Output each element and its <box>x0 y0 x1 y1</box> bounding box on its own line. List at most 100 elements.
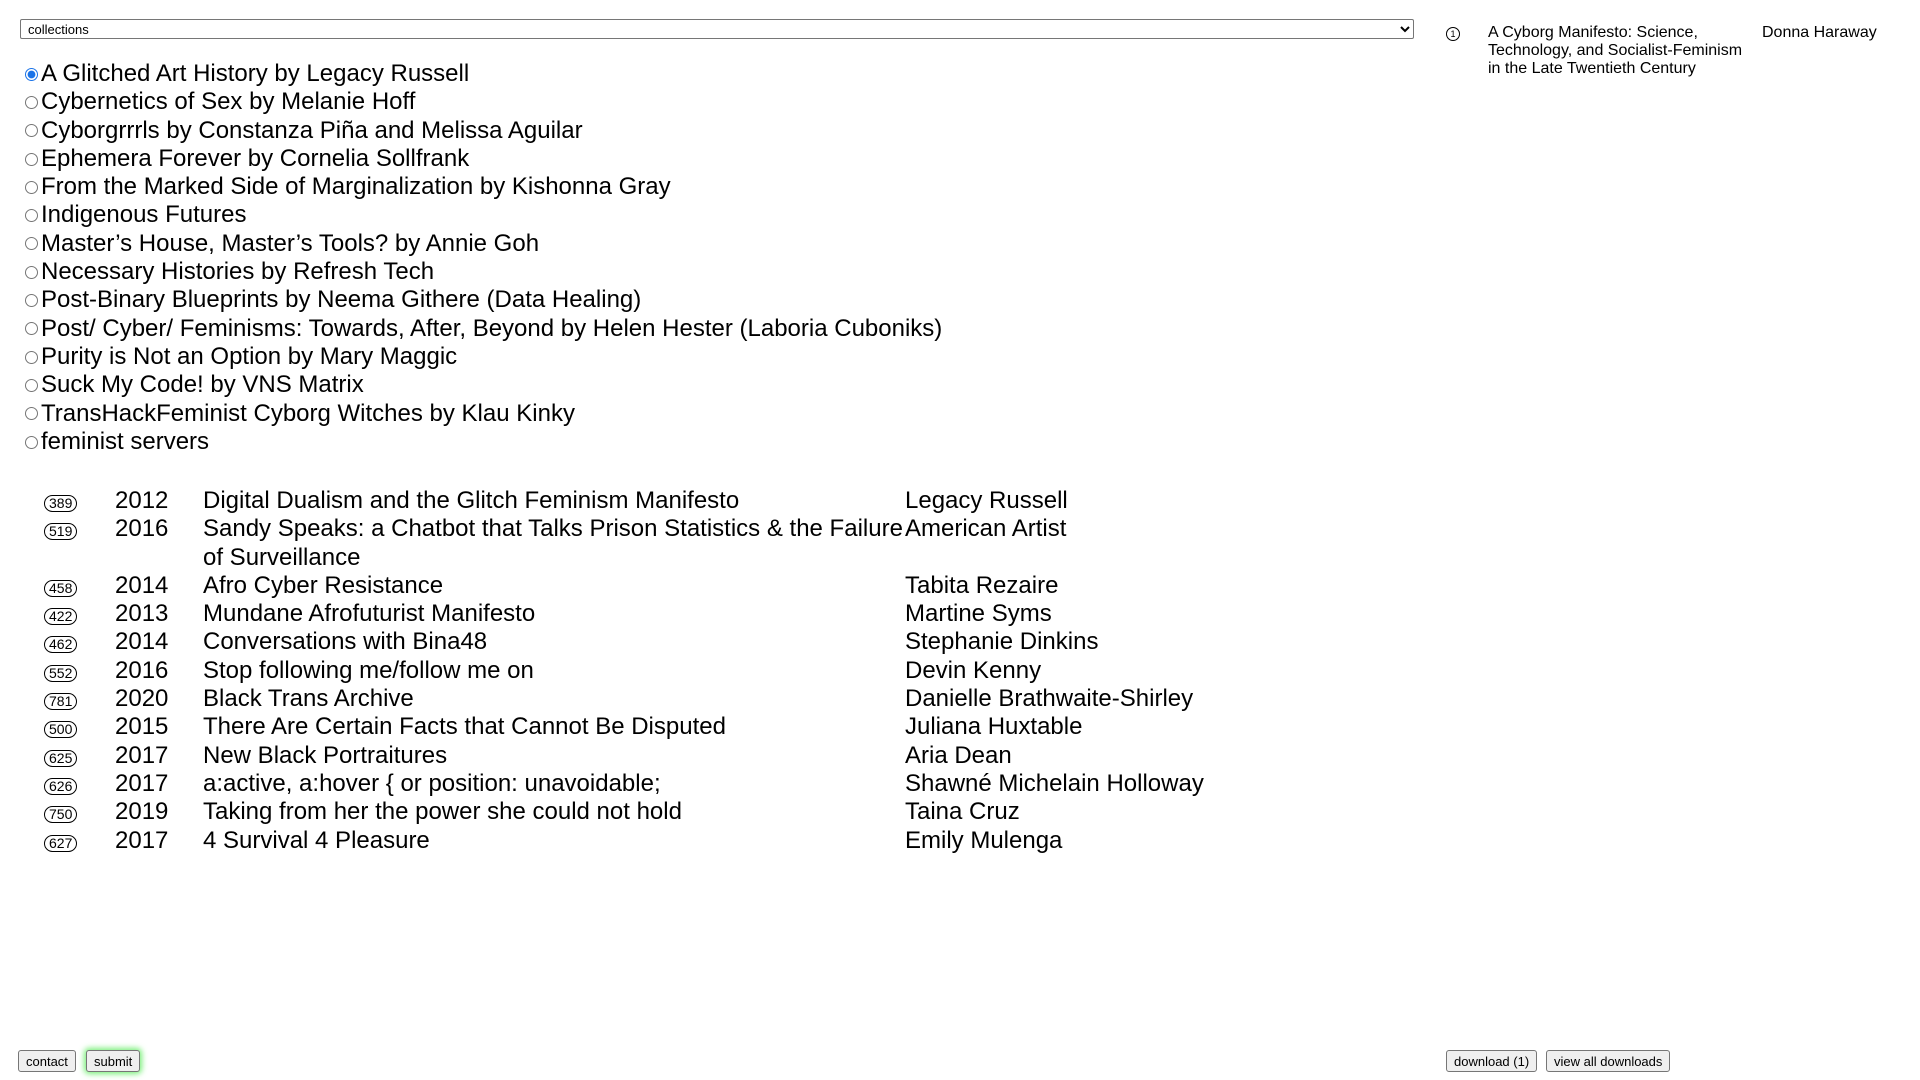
id-badge[interactable]: 750 <box>44 806 78 824</box>
work-title[interactable]: Stop following me/follow me on <box>203 657 905 685</box>
collection-item[interactable]: Purity is Not an Option by Mary Maggic <box>24 343 942 371</box>
table-row[interactable]: 781 2020 Black Trans Archive Danielle Br… <box>44 685 1204 713</box>
table-row[interactable]: 500 2015 There Are Certain Facts that Ca… <box>44 713 1204 741</box>
table-row[interactable]: 458 2014 Afro Cyber Resistance Tabita Re… <box>44 572 1204 600</box>
work-title[interactable]: There Are Certain Facts that Cannot Be D… <box>203 713 905 741</box>
collection-item[interactable]: A Glitched Art History by Legacy Russell <box>24 60 942 88</box>
collection-label[interactable]: Cyborgrrrls by Constanza Piña and Meliss… <box>41 117 583 145</box>
id-badge[interactable]: 627 <box>44 834 78 852</box>
table-row[interactable]: 750 2019 Taking from her the power she c… <box>44 798 1204 826</box>
collection-radio[interactable] <box>25 435 38 449</box>
id-badge[interactable]: 552 <box>44 664 78 682</box>
collection-label[interactable]: Indigenous Futures <box>41 201 246 229</box>
collection-label[interactable]: Necessary Histories by Refresh Tech <box>41 258 434 286</box>
collection-radio[interactable] <box>25 350 38 364</box>
id-badge[interactable]: 781 <box>44 693 78 711</box>
collection-label[interactable]: From the Marked Side of Marginalization … <box>41 173 671 201</box>
collection-label[interactable]: Cybernetics of Sex by Melanie Hoff <box>41 88 415 116</box>
work-title[interactable]: Conversations with Bina48 <box>203 628 905 656</box>
collection-radio[interactable] <box>25 378 38 392</box>
table-row[interactable]: 462 2014 Conversations with Bina48 Steph… <box>44 628 1204 656</box>
work-title[interactable]: Sandy Speaks: a Chatbot that Talks Priso… <box>203 515 905 572</box>
collection-radio[interactable] <box>25 67 38 81</box>
id-badge[interactable]: 519 <box>44 523 78 541</box>
collection-label[interactable]: Post-Binary Blueprints by Neema Githere … <box>41 286 641 314</box>
collection-label[interactable]: Post/ Cyber/ Feminisms: Towards, After, … <box>41 315 942 343</box>
table-row[interactable]: 626 2017 a:active, a:hover { or position… <box>44 770 1204 798</box>
collection-radio[interactable] <box>25 407 38 421</box>
collection-radio[interactable] <box>25 237 38 251</box>
collection-item[interactable]: Suck My Code! by VNS Matrix <box>24 371 942 399</box>
id-badge[interactable]: 458 <box>44 579 78 597</box>
collection-label[interactable]: A Glitched Art History by Legacy Russell <box>41 60 469 88</box>
works-table: 389 2012 Digital Dualism and the Glitch … <box>44 487 1204 855</box>
contact-button[interactable]: contact <box>18 1050 76 1072</box>
submit-button[interactable]: submit <box>86 1050 141 1072</box>
id-badge[interactable]: 625 <box>44 749 78 767</box>
collection-radio[interactable] <box>25 322 38 336</box>
collection-item[interactable]: Cybernetics of Sex by Melanie Hoff <box>24 88 942 116</box>
id-badge[interactable]: 422 <box>44 608 78 626</box>
collection-item[interactable]: feminist servers <box>24 428 942 456</box>
table-row[interactable]: 625 2017 New Black Portraitures Aria Dea… <box>44 742 1204 770</box>
work-artist: Shawné Michelain Holloway <box>905 769 1204 797</box>
work-year: 2012 <box>115 487 169 514</box>
page: collections A Glitched Art History by Le… <box>0 0 1920 1080</box>
work-artist: Devin Kenny <box>905 656 1042 684</box>
table-row[interactable]: 389 2012 Digital Dualism and the Glitch … <box>44 487 1204 515</box>
collection-radio[interactable] <box>25 95 38 109</box>
collection-radio[interactable] <box>25 180 38 194</box>
collection-radio[interactable] <box>25 152 38 166</box>
collection-radio[interactable] <box>25 124 38 138</box>
collection-radio[interactable] <box>25 209 38 223</box>
work-title[interactable]: 4 Survival 4 Pleasure <box>203 827 905 855</box>
id-badge[interactable]: 500 <box>44 721 78 739</box>
work-artist: Danielle Brathwaite-Shirley <box>905 685 1194 713</box>
work-year: 2013 <box>115 600 169 628</box>
work-title[interactable]: Afro Cyber Resistance <box>203 572 905 600</box>
collection-item[interactable]: Ephemera Forever by Cornelia Sollfrank <box>24 145 942 173</box>
work-year: 2017 <box>115 741 169 769</box>
work-artist: Juliana Huxtable <box>905 713 1083 741</box>
work-artist: Martine Syms <box>905 600 1052 628</box>
collections-select[interactable]: collections <box>20 19 1414 39</box>
collection-label[interactable]: Purity is Not an Option by Mary Maggic <box>41 343 457 371</box>
work-title[interactable]: Black Trans Archive <box>203 685 905 713</box>
view-all-downloads-button[interactable]: view all downloads <box>1546 1050 1671 1072</box>
collection-label[interactable]: TransHackFeminist Cyborg Witches by Klau… <box>41 400 575 428</box>
collection-item[interactable]: Cyborgrrrls by Constanza Piña and Meliss… <box>24 117 942 145</box>
work-title[interactable]: Taking from her the power she could not … <box>203 798 905 826</box>
collection-label[interactable]: Suck My Code! by VNS Matrix <box>41 371 364 399</box>
work-year: 2016 <box>115 515 169 543</box>
table-row[interactable]: 552 2016 Stop following me/follow me on … <box>44 657 1204 685</box>
table-row[interactable]: 519 2016 Sandy Speaks: a Chatbot that Ta… <box>44 515 1204 572</box>
collection-label[interactable]: Ephemera Forever by Cornelia Sollfrank <box>41 145 469 173</box>
collection-item[interactable]: TransHackFeminist Cyborg Witches by Klau… <box>24 400 942 428</box>
work-year: 2017 <box>115 826 169 854</box>
collection-item[interactable]: Necessary Histories by Refresh Tech <box>24 258 942 286</box>
work-year: 2020 <box>115 685 169 713</box>
work-title[interactable]: Mundane Afrofuturist Manifesto <box>203 600 905 628</box>
collection-item[interactable]: Master’s House, Master’s Tools? by Annie… <box>24 230 942 258</box>
collection-item[interactable]: Post-Binary Blueprints by Neema Githere … <box>24 286 942 314</box>
collection-label[interactable]: Master’s House, Master’s Tools? by Annie… <box>41 230 539 258</box>
work-title[interactable]: New Black Portraitures <box>203 742 905 770</box>
collection-item[interactable]: Indigenous Futures <box>24 201 942 229</box>
collection-radio[interactable] <box>25 265 38 279</box>
work-year: 2014 <box>115 571 169 599</box>
collection-item[interactable]: Post/ Cyber/ Feminisms: Towards, After, … <box>24 315 942 343</box>
table-row[interactable]: 422 2013 Mundane Afrofuturist Manifesto … <box>44 600 1204 628</box>
collection-item[interactable]: From the Marked Side of Marginalization … <box>24 173 942 201</box>
work-title[interactable]: Digital Dualism and the Glitch Feminism … <box>203 487 905 515</box>
table-row[interactable]: 627 2017 4 Survival 4 Pleasure Emily Mul… <box>44 827 1204 855</box>
download-title: A Cyborg Manifesto: Science, Technology,… <box>1488 24 1743 77</box>
collection-radio[interactable] <box>25 294 38 308</box>
id-badge[interactable]: 626 <box>44 777 78 795</box>
circle-count-icon[interactable]: 1 <box>1446 27 1460 41</box>
id-badge[interactable]: 462 <box>44 636 78 654</box>
id-badge[interactable]: 389 <box>44 495 78 512</box>
download-button[interactable]: download (1) <box>1446 1050 1538 1072</box>
work-artist: Aria Dean <box>905 741 1012 769</box>
work-title[interactable]: a:active, a:hover { or position: unavoid… <box>203 770 905 798</box>
collection-label[interactable]: feminist servers <box>41 428 209 456</box>
